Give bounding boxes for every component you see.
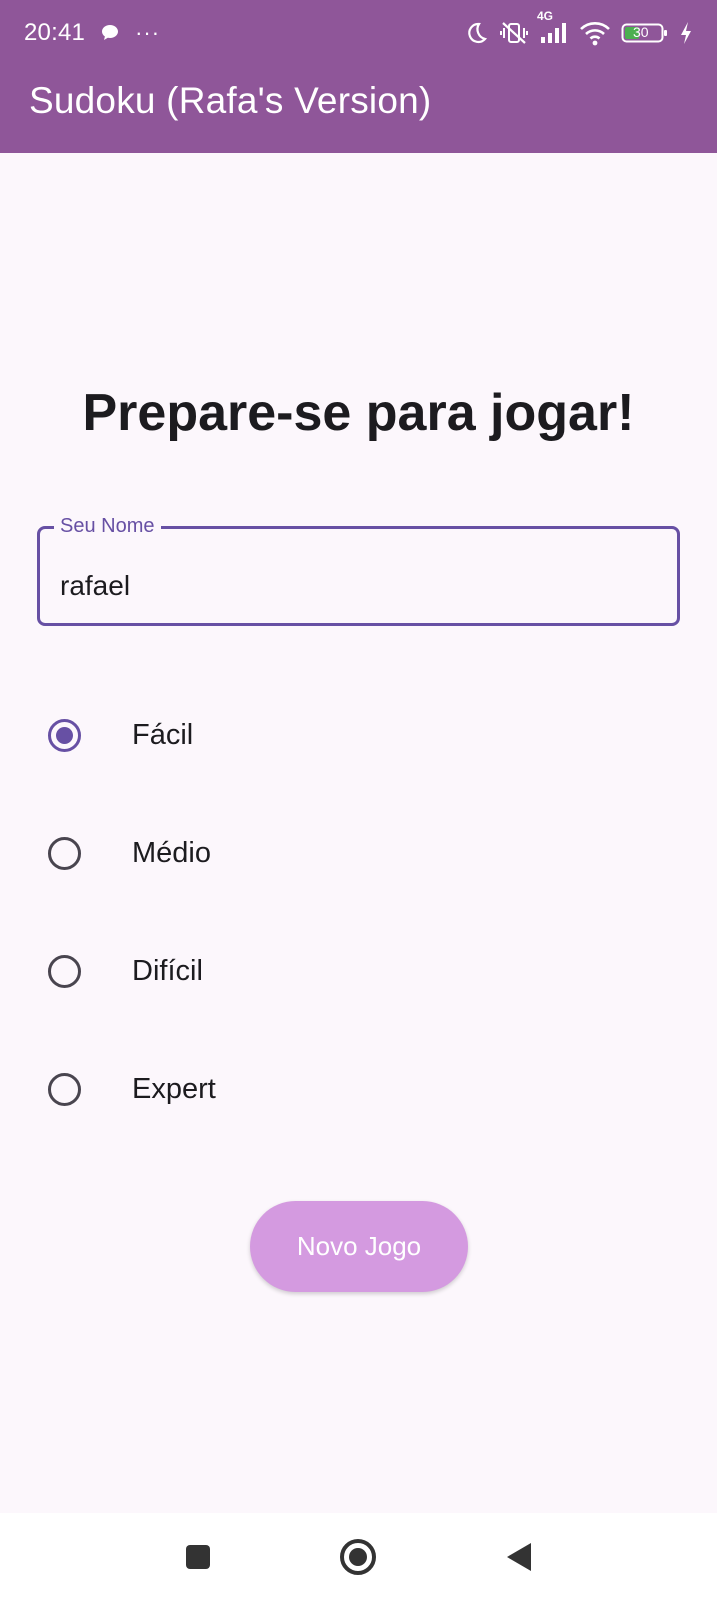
- chat-bubble-icon: [99, 22, 121, 44]
- name-input[interactable]: [40, 529, 677, 623]
- main-content: Prepare-se para jogar! Seu Nome Fácil Mé…: [0, 153, 717, 1513]
- status-time: 20:41: [24, 19, 86, 46]
- network-type-label: 4G: [537, 9, 554, 23]
- radio-unselected-icon[interactable]: [48, 836, 81, 870]
- home-circle-icon[interactable]: [336, 1535, 380, 1579]
- battery-level: 30: [633, 24, 649, 40]
- radio-dot: [56, 726, 73, 744]
- status-right: 4G 30: [463, 9, 693, 46]
- system-nav-bar: [0, 1513, 717, 1600]
- top-bar: 20:41 ··· 4G 30 Sudoku (Rafa's Version): [0, 0, 717, 153]
- vibrate-off-icon: [499, 20, 529, 46]
- option-facil[interactable]: Fácil: [0, 676, 717, 794]
- moon-icon: [463, 20, 489, 46]
- more-notifications-icon: ···: [135, 20, 161, 45]
- wifi-icon: [579, 20, 611, 46]
- battery-icon: 30: [621, 20, 669, 46]
- charging-bolt-icon: [679, 21, 693, 45]
- name-field[interactable]: Seu Nome: [37, 514, 680, 626]
- new-game-button[interactable]: Novo Jogo: [250, 1201, 468, 1292]
- option-medio[interactable]: Médio: [0, 794, 717, 912]
- app-screen: 20:41 ··· 4G 30 Sudoku (Rafa's Version) …: [0, 0, 717, 1600]
- signal-icon: 4G: [537, 9, 569, 45]
- recents-square-icon[interactable]: [176, 1535, 220, 1579]
- page-headline: Prepare-se para jogar!: [82, 384, 635, 442]
- status-bar: 20:41 ··· 4G 30: [0, 0, 717, 66]
- radio-unselected-icon[interactable]: [48, 1072, 81, 1106]
- back-triangle-icon[interactable]: [497, 1535, 541, 1579]
- option-label[interactable]: Expert: [132, 1073, 216, 1106]
- option-expert[interactable]: Expert: [0, 1030, 717, 1148]
- radio-selected-icon[interactable]: [48, 718, 81, 752]
- option-label[interactable]: Médio: [132, 837, 211, 870]
- app-title: Sudoku (Rafa's Version): [29, 80, 432, 121]
- status-left: 20:41 ···: [24, 19, 160, 47]
- option-dificil[interactable]: Difícil: [0, 912, 717, 1030]
- option-label[interactable]: Difícil: [132, 955, 203, 988]
- option-label[interactable]: Fácil: [132, 719, 193, 752]
- radio-unselected-icon[interactable]: [48, 954, 81, 988]
